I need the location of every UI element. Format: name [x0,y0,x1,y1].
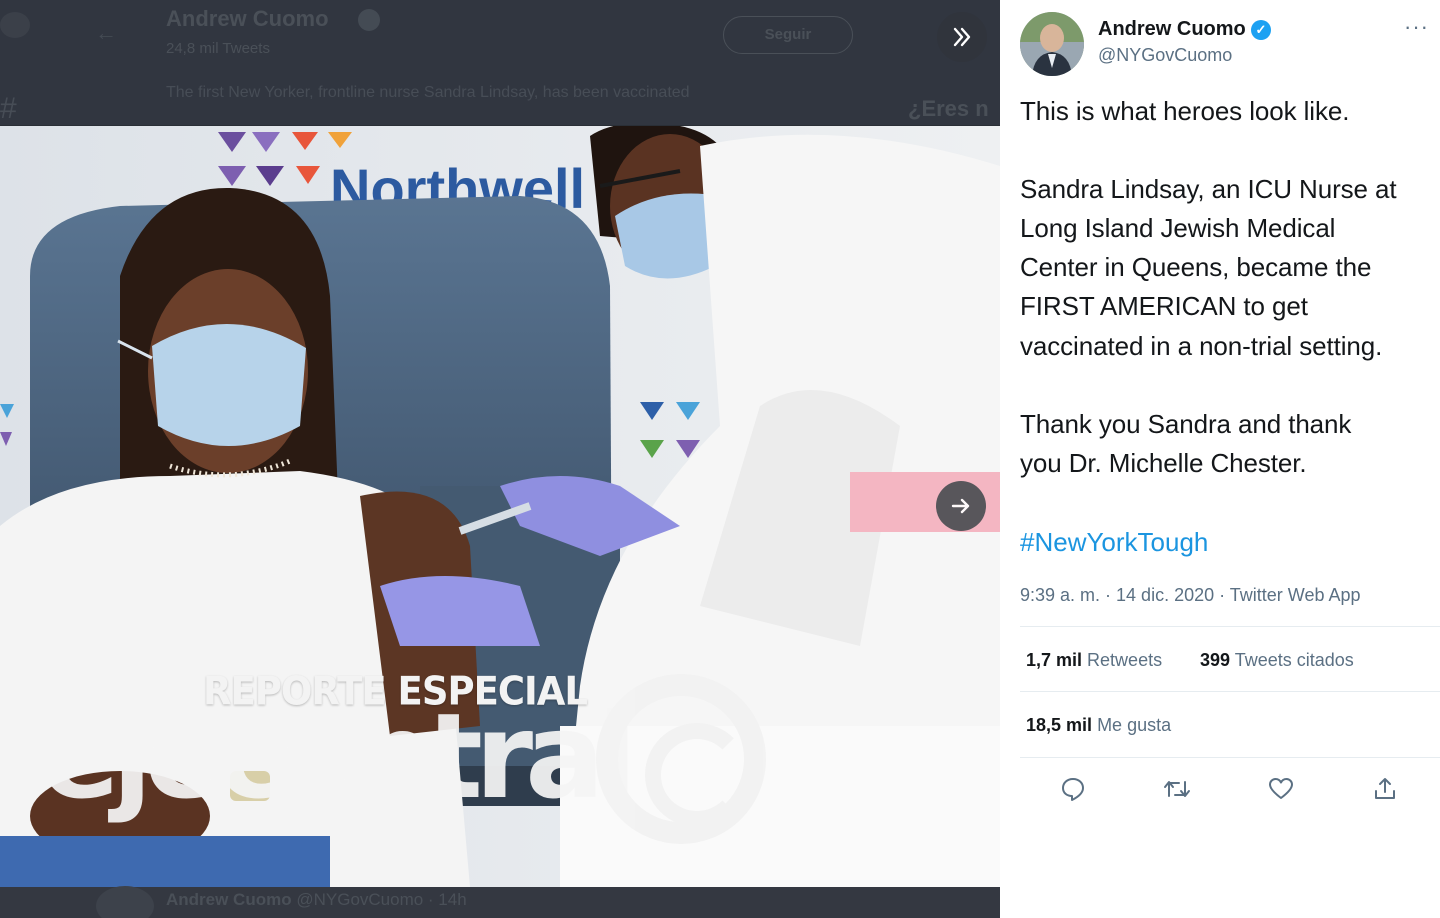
tweet-detail-panel: Andrew Cuomo ✓ @NYGovCuomo ··· This is w… [1000,0,1440,918]
retweets-stat[interactable]: 1,7 mil Retweets [1026,650,1162,671]
share-icon [1375,778,1395,799]
tweet-text-line: Sandra Lindsay, an ICU Nurse at [1020,174,1397,204]
avatar[interactable] [1020,12,1084,76]
retweet-icon [1164,781,1190,797]
divider [1020,626,1440,627]
divider [1020,757,1440,758]
watermark-brand: ejecentral [40,687,637,825]
tweet-text-line: Long Island Jewish Medical [1020,213,1336,243]
arrow-right-icon [951,498,970,514]
quote-tweets-stat[interactable]: 399 Tweets citados [1200,650,1354,671]
chevron-double-right-icon [953,27,971,47]
hashtag-explore-icon: # [0,92,17,125]
tweet-photo: Northwell REPORTE ESPECIAL ejecentral [0,126,1000,887]
background-header-strip [0,0,1000,125]
background-avatar [96,886,154,918]
verified-icon: ✓ [1251,20,1271,40]
background-author-name: Andrew Cuomo [166,6,329,31]
tweet-text-line: FIRST AMERICAN to get [1020,291,1308,321]
reply-icon [1062,778,1084,801]
hashtag-link[interactable]: #NewYorkTough [1020,527,1208,558]
tweet-text-line: you Dr. Michelle Chester. [1020,448,1307,478]
back-arrow-icon: ← [95,20,117,45]
more-horizontal-icon: ··· [1404,14,1429,39]
likes-stat[interactable]: 18,5 mil Me gusta [1026,715,1171,736]
like-button[interactable] [1266,774,1296,804]
reply-button[interactable] [1058,774,1088,804]
background-tweet-preview: The first New Yorker, frontline nurse Sa… [166,84,690,101]
share-button[interactable] [1370,774,1400,804]
next-media-button[interactable] [936,481,986,531]
background-verified-icon [358,9,380,31]
tweet-text-line: vaccinated in a non-trial setting. [1020,331,1383,361]
tweet-text-line: Thank you Sandra and thank [1020,409,1352,439]
tweet-text-line: This is what heroes look like. [1020,96,1350,126]
brand-logo-icon [596,674,766,844]
divider [1020,691,1440,692]
like-icon [1269,778,1293,799]
background-side-text: ¿Eres n [908,96,989,121]
media-viewer: ← Andrew Cuomo 24,8 mil Tweets Seguir # … [0,0,1000,918]
author-name[interactable]: Andrew Cuomo [1098,18,1246,41]
twitter-logo-icon [0,12,30,38]
collapse-sidebar-button[interactable] [937,12,987,62]
background-follow-button: Seguir [723,16,853,54]
background-bottom-author: Andrew Cuomo @NYGovCuomo · 14h [166,890,467,909]
avatar-photo [1020,12,1084,76]
tweet-text-line: Center in Queens, became the [1020,252,1372,282]
more-options-button[interactable]: ··· [1404,14,1429,40]
author-handle[interactable]: @NYGovCuomo [1098,45,1232,66]
background-tweet-count: 24,8 mil Tweets [166,40,270,57]
tweet-meta: 9:39 a. m. · 14 dic. 2020 · Twitter Web … [1020,585,1361,605]
retweet-button[interactable] [1162,774,1192,804]
